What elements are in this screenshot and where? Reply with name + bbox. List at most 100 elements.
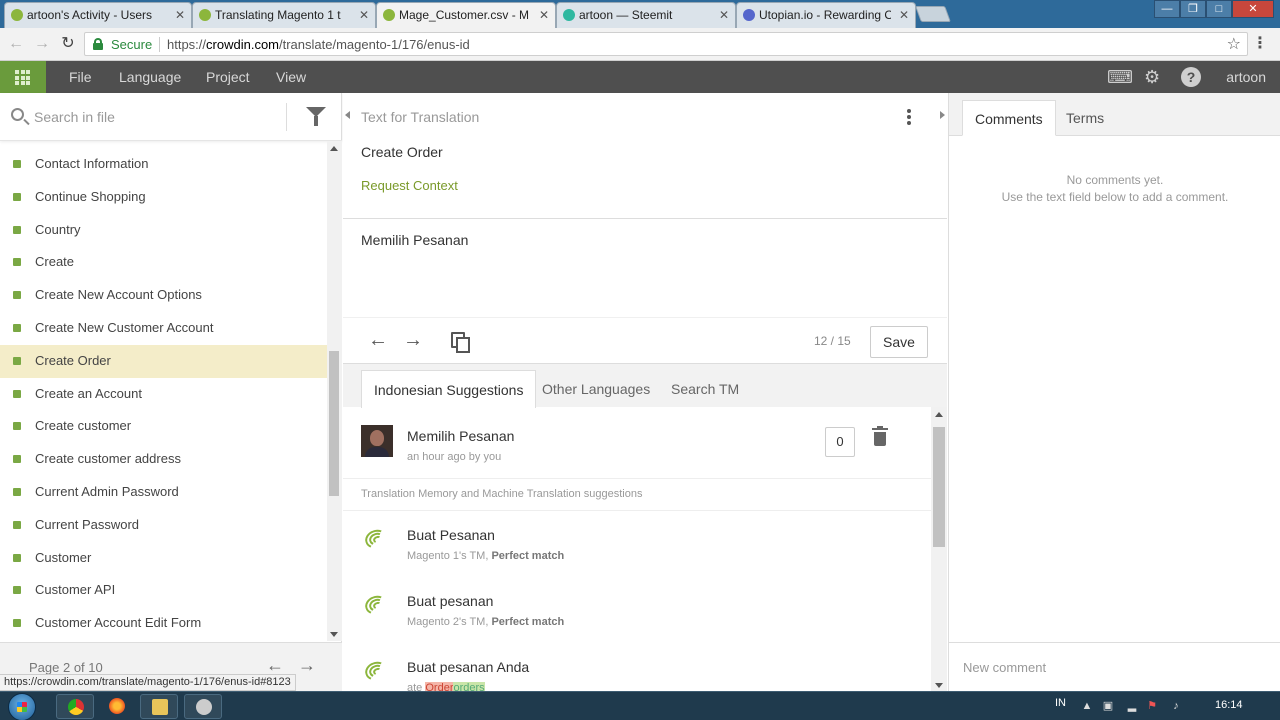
string-list-item[interactable]: Current Admin Password (0, 476, 327, 509)
string-list-item[interactable]: Create customer (0, 410, 327, 443)
scroll-up-icon[interactable] (935, 412, 943, 417)
browser-tab-utopian[interactable]: Utopian.io - Rewarding O ✕ (736, 2, 916, 28)
tab-close-icon[interactable]: ✕ (899, 3, 909, 27)
keyboard-icon[interactable]: ⌨ (1107, 67, 1133, 88)
string-label: Customer Account Edit Form (35, 615, 202, 631)
string-label: Create customer (35, 418, 132, 434)
network-signal-icon[interactable]: ▂ (1126, 700, 1138, 712)
url-field[interactable]: Secure https://crowdin.com/translate/mag… (84, 32, 1248, 56)
back-arrow-icon[interactable]: ← (6, 34, 26, 54)
menu-project[interactable]: Project (206, 69, 250, 85)
tab-other-languages[interactable]: Other Languages (530, 370, 662, 408)
tab-comments[interactable]: Comments (962, 100, 1056, 136)
scrollbar-thumb[interactable] (933, 427, 945, 547)
taskbar-firefox[interactable] (98, 694, 136, 719)
string-list-item[interactable]: Create Order (0, 344, 327, 378)
suggestion-meta: an hour ago by you (407, 451, 502, 463)
translation-textarea[interactable]: Memilih Pesanan (343, 219, 947, 317)
string-list-item[interactable]: Continue Shopping (0, 181, 327, 214)
taskbar-explorer[interactable] (140, 694, 178, 719)
next-string-arrow-icon[interactable]: → (403, 329, 423, 352)
tab-close-icon[interactable]: ✕ (539, 3, 549, 27)
string-list-item[interactable]: Customer API (0, 574, 327, 607)
new-tab-button[interactable] (915, 6, 951, 22)
scrollbar-thumb[interactable] (329, 351, 339, 496)
tab-close-icon[interactable]: ✕ (359, 3, 369, 27)
suggestions-scrollbar[interactable] (931, 407, 947, 691)
collapse-right-icon[interactable] (940, 111, 945, 119)
volume-icon[interactable]: ♪ (1170, 700, 1182, 712)
string-list-item[interactable]: Create (0, 246, 327, 279)
request-context-link[interactable]: Request Context (361, 178, 458, 193)
prev-page-arrow-icon[interactable]: ← (266, 655, 284, 676)
user-suggestion[interactable]: Memilih Pesanan an hour ago by you 0 (343, 407, 931, 479)
clock[interactable]: 16:14 (1215, 699, 1243, 711)
tray-expand-icon[interactable]: ▲ (1081, 700, 1093, 712)
trash-icon[interactable] (872, 426, 888, 446)
new-comment-input[interactable] (963, 657, 1263, 677)
apps-grid-button[interactable] (0, 61, 46, 93)
tab-close-icon[interactable]: ✕ (175, 3, 185, 27)
window-close-button[interactable]: ✕ (1232, 0, 1274, 18)
restore-button[interactable]: ❐ (1180, 0, 1206, 18)
string-list-item[interactable]: Create an Account (0, 378, 327, 411)
input-language[interactable]: IN (1055, 697, 1066, 709)
save-button[interactable]: Save (870, 326, 928, 358)
filter-icon[interactable] (306, 107, 326, 126)
string-list-item[interactable]: Country (0, 214, 327, 247)
next-page-arrow-icon[interactable]: → (298, 655, 316, 676)
taskbar-chrome[interactable] (56, 694, 94, 719)
action-center-flag-icon[interactable]: ⚑ (1146, 700, 1158, 712)
collapse-left-icon[interactable] (345, 111, 350, 119)
string-label: Country (35, 221, 81, 237)
string-list-item[interactable]: Customer (0, 542, 327, 575)
vote-count-button[interactable]: 0 (825, 427, 855, 457)
tab-close-icon[interactable]: ✕ (719, 3, 729, 27)
string-list-item[interactable]: Create New Account Options (0, 279, 327, 312)
string-list-item[interactable]: Current Password (0, 509, 327, 542)
forward-arrow-icon[interactable]: → (32, 34, 52, 54)
previous-string-arrow-icon[interactable]: ← (368, 329, 388, 352)
scroll-down-icon[interactable] (330, 632, 338, 637)
bookmark-star-icon[interactable]: ☆ (1227, 34, 1241, 54)
user-name[interactable]: artoon (1226, 69, 1266, 85)
browser-menu-icon[interactable]: ⋮ (1252, 33, 1268, 53)
tab-indonesian-suggestions[interactable]: Indonesian Suggestions (361, 370, 537, 408)
string-list-item[interactable]: Create customer address (0, 443, 327, 476)
tm-suggestion-diff: ate Orderorders (407, 682, 485, 691)
tm-suggestion[interactable]: Buat pesanan Magento 2's TM, Perfect mat… (343, 577, 931, 643)
browser-tab-translating[interactable]: Translating Magento 1 t ✕ (192, 2, 376, 28)
start-button[interactable] (8, 693, 36, 720)
suggestion-text: Memilih Pesanan (407, 428, 515, 444)
menu-file[interactable]: File (69, 69, 92, 85)
source-string: Create Order (361, 144, 443, 160)
more-options-icon[interactable] (907, 109, 911, 125)
tm-suggestion[interactable]: Buat Pesanan Magento 1's TM, Perfect mat… (343, 511, 931, 577)
browser-tab-mage-customer[interactable]: Mage_Customer.csv - M ✕ (376, 2, 556, 28)
tray-device-icon[interactable]: ▣ (1102, 700, 1114, 712)
string-list-item[interactable]: Create New Customer Account (0, 312, 327, 345)
scroll-up-icon[interactable] (330, 146, 338, 151)
tab-terms[interactable]: Terms (1054, 100, 1116, 136)
search-input[interactable] (34, 107, 274, 127)
reload-icon[interactable]: ↻ (58, 34, 78, 54)
tm-suggestion-text: Buat pesanan (407, 593, 494, 609)
secure-label: Secure (111, 37, 153, 52)
menu-language[interactable]: Language (119, 69, 181, 85)
app-top-bar: File Language Project View ⌨ ⚙ ? artoon (0, 61, 1280, 93)
tab-search-tm[interactable]: Search TM (659, 370, 751, 408)
browser-tab-steemit[interactable]: artoon — Steemit ✕ (556, 2, 736, 28)
browser-tab-activity[interactable]: artoon's Activity - Users ✕ (4, 2, 192, 28)
help-icon[interactable]: ? (1181, 67, 1201, 87)
strings-scrollbar[interactable] (327, 141, 342, 641)
string-list-item[interactable]: Contact Information (0, 148, 327, 181)
scroll-down-icon[interactable] (935, 683, 943, 688)
taskbar-app[interactable] (184, 694, 222, 719)
string-list-item[interactable]: Customer Account Edit Form (0, 607, 327, 640)
menu-view[interactable]: View (276, 69, 306, 85)
copy-source-icon[interactable] (451, 332, 470, 353)
gear-icon[interactable]: ⚙ (1144, 67, 1160, 88)
minimize-button[interactable]: — (1154, 0, 1180, 18)
tm-suggestion[interactable]: Buat pesanan Anda ate Orderorders (343, 643, 931, 691)
maximize-button[interactable]: □ (1206, 0, 1232, 18)
